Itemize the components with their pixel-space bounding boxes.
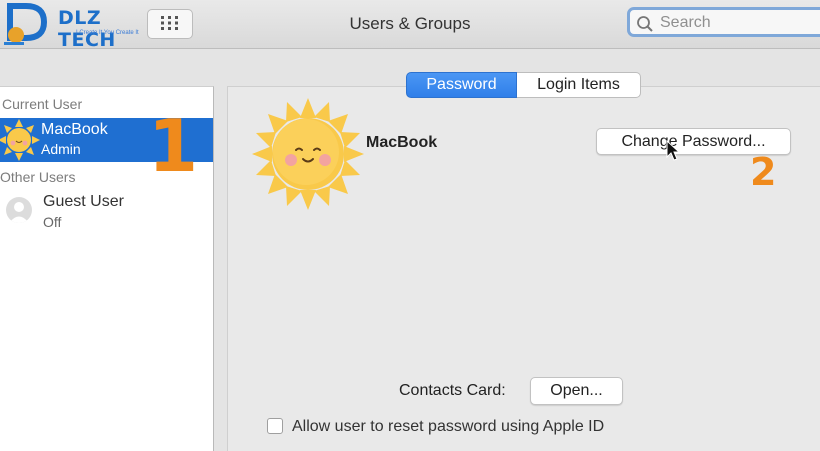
step-2-annotation: 2 <box>750 150 777 194</box>
search-input[interactable]: Search <box>627 7 820 37</box>
guest-name: Guest User <box>43 193 124 210</box>
tab-password[interactable]: Password <box>406 72 517 98</box>
other-users-heading: Other Users <box>0 169 76 185</box>
mouse-cursor-icon <box>666 140 680 161</box>
contacts-card-label: Contacts Card: <box>399 382 506 399</box>
guest-avatar-icon <box>6 197 32 223</box>
guest-status: Off <box>43 214 62 230</box>
user-role: Admin <box>41 141 81 157</box>
user-name: MacBook <box>41 121 108 138</box>
search-placeholder: Search <box>660 14 711 31</box>
sidebar-item-guest-user[interactable]: Guest User Off <box>0 193 213 237</box>
open-contacts-button[interactable]: Open... <box>530 377 623 405</box>
reset-password-checkbox[interactable] <box>267 418 283 434</box>
search-icon <box>637 16 653 32</box>
current-user-heading: Current User <box>2 96 83 112</box>
reset-password-label[interactable]: Allow user to reset password using Apple… <box>292 418 604 436</box>
profile-user-name: MacBook <box>366 134 438 151</box>
window-toolbar: DLZ TECH I Create It You Create It Users… <box>0 0 820 51</box>
step-1-annotation: 1 <box>148 104 199 188</box>
tab-login-items[interactable]: Login Items <box>517 72 641 98</box>
sun-avatar-icon <box>0 119 40 161</box>
sun-avatar-large-icon[interactable] <box>250 96 366 212</box>
